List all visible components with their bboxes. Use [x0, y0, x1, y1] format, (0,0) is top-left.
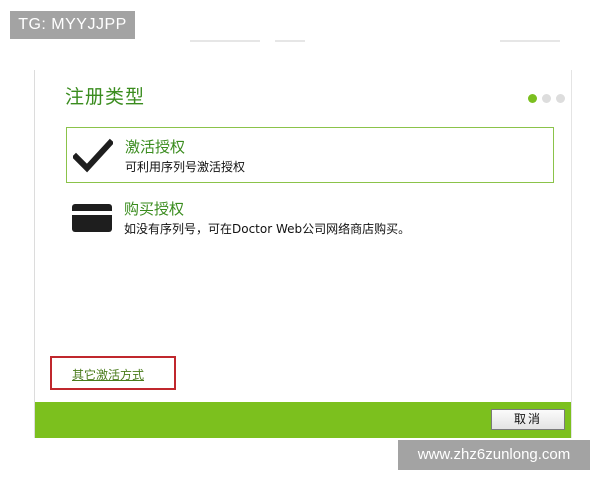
registration-dialog: 注册类型 激活授权 可利用序列号激活授权 购买授权 如没有序列号，可在Docto… — [34, 70, 572, 438]
option-description: 可利用序列号激活授权 — [125, 160, 246, 174]
step-dot-2 — [542, 94, 551, 103]
faint-divider — [500, 40, 560, 42]
other-activation-link[interactable]: 其它激活方式 — [72, 366, 144, 383]
option-title: 购买授权 — [124, 200, 185, 218]
option-title: 激活授权 — [125, 138, 186, 156]
step-indicator — [528, 94, 565, 103]
watermark-top-left: TG: MYYJJPP — [10, 11, 135, 39]
checkmark-icon — [71, 138, 115, 178]
faint-divider — [275, 40, 305, 42]
cancel-button[interactable]: 取消 — [491, 409, 565, 430]
other-activation-highlight: 其它激活方式 — [50, 356, 176, 390]
step-dot-3 — [556, 94, 565, 103]
option-description: 如没有序列号，可在Doctor Web公司网络商店购买。 — [124, 222, 411, 236]
step-dot-1 — [528, 94, 537, 103]
option-buy-license[interactable]: 购买授权 如没有序列号，可在Doctor Web公司网络商店购买。 — [66, 190, 554, 246]
option-activate-license[interactable]: 激活授权 可利用序列号激活授权 — [66, 127, 554, 183]
credit-card-icon — [72, 204, 112, 236]
dialog-title: 注册类型 — [65, 86, 146, 108]
dialog-footer: 取消 — [35, 402, 571, 438]
watermark-bottom-right: www.zhz6zunlong.com — [398, 440, 590, 470]
faint-divider — [190, 40, 260, 42]
